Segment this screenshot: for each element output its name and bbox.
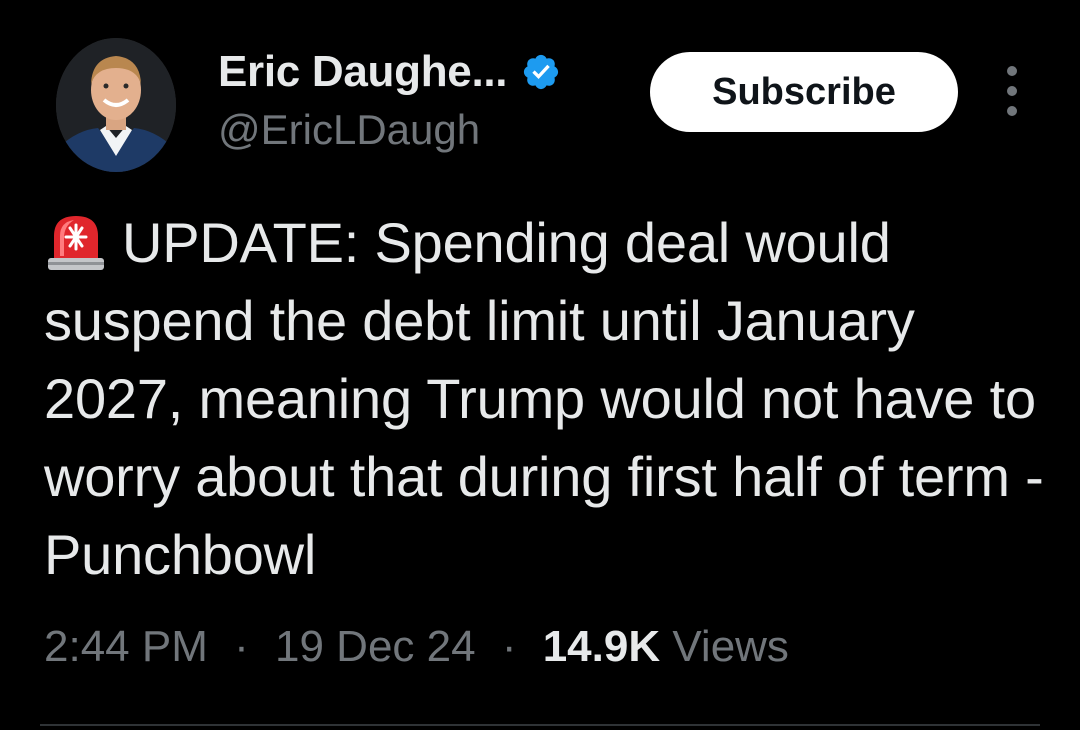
views-label: Views (672, 622, 789, 671)
tweet-meta: 2:44 PM · 19 Dec 24 · 14.9K Views (44, 622, 789, 672)
tweet-time[interactable]: 2:44 PM (44, 622, 208, 671)
avatar[interactable] (56, 38, 176, 172)
police-siren-icon (44, 210, 108, 272)
avatar-photo (56, 38, 176, 172)
tweet-card: Eric Daughe... @EricLDaugh Subscribe UPD… (0, 0, 1080, 730)
divider (40, 724, 1040, 726)
subscribe-button[interactable]: Subscribe (650, 52, 958, 132)
author-handle[interactable]: @EricLDaugh (218, 106, 561, 154)
display-name[interactable]: Eric Daughe... (218, 47, 508, 97)
meta-separator: · (234, 622, 249, 671)
verified-badge-icon (521, 52, 561, 92)
tweet-date[interactable]: 19 Dec 24 (275, 622, 476, 671)
name-row: Eric Daughe... (218, 44, 561, 100)
more-vertical-icon[interactable] (1000, 66, 1024, 116)
meta-separator: · (501, 622, 517, 671)
more-dot (1007, 106, 1017, 116)
tweet-body: UPDATE: Spending deal would suspend the … (44, 204, 1054, 594)
tweet-text: UPDATE: Spending deal would suspend the … (44, 211, 1044, 586)
author-block: Eric Daughe... @EricLDaugh (218, 44, 561, 154)
more-dot (1007, 86, 1017, 96)
more-dot (1007, 66, 1017, 76)
views-count: 14.9K (542, 622, 661, 671)
